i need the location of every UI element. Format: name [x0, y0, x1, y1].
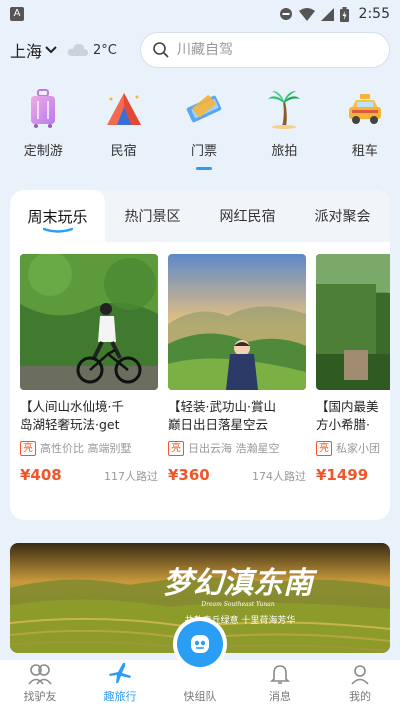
temperature: 2°C: [93, 42, 117, 58]
product-price: ¥360: [168, 466, 210, 484]
product-tags: 亮 高性价比 高端别墅: [20, 440, 158, 456]
highlight-badge: 亮: [316, 440, 332, 456]
product-price: ¥1499: [316, 466, 369, 484]
status-time: 2:55: [358, 6, 390, 22]
tab-party-gatherings[interactable]: 派对聚会: [295, 190, 390, 242]
category-travel-photo[interactable]: 旅拍: [249, 88, 319, 178]
category-row: 定制游 民宿 门票 旅拍 租车: [0, 88, 400, 178]
product-card[interactable]: 【国内最美 方小希腊· 亮 私家小团 ¥1499: [316, 254, 390, 484]
chevron-down-icon: [45, 46, 57, 54]
city-selector[interactable]: 上海: [10, 38, 57, 62]
nav-find-companions[interactable]: 找驴友: [0, 663, 80, 704]
banner-subtitle: Dream Southeast Yunan: [200, 601, 275, 608]
nav-messages[interactable]: 消息: [240, 663, 320, 704]
team-fab-button[interactable]: [177, 621, 223, 667]
bell-icon: [270, 665, 290, 684]
product-image-green-hills: [316, 254, 390, 390]
palm-tree-icon: [268, 91, 301, 129]
tab-popular-attractions[interactable]: 热门景区: [105, 190, 200, 242]
category-label: 定制游: [23, 144, 63, 159]
profile-icon: [351, 665, 369, 685]
bottom-navigation: 找驴友 趣旅行 快组队 消息 我的: [0, 621, 400, 710]
search-bar[interactable]: [140, 32, 390, 68]
cloud-icon: [67, 44, 89, 56]
tab-label: 周末玩乐: [27, 207, 88, 226]
ticket-icon: [186, 95, 222, 123]
category-car-rental[interactable]: 租车: [330, 88, 400, 178]
product-title: 【人间山水仙境·千 岛湖轻奢玩法·get: [20, 399, 124, 432]
status-bar: A 2:55: [0, 0, 400, 28]
signal-icon: [320, 7, 334, 21]
product-title: 【国内最美 方小希腊·: [316, 399, 379, 432]
nav-quick-team[interactable]: 快组队: [160, 621, 240, 704]
product-tags: 亮 私家小团: [316, 440, 390, 456]
product-image-cyclist: [20, 254, 158, 390]
weather-widget: 2°C: [67, 43, 117, 58]
product-price: ¥408: [20, 466, 62, 484]
product-card[interactable]: 【人间山水仙境·千 岛湖轻奢玩法·get 亮 高性价比 高端别墅 ¥408 11…: [20, 254, 158, 484]
product-card-list: 【人间山水仙境·千 岛湖轻奢玩法·get 亮 高性价比 高端别墅 ¥408 11…: [10, 242, 390, 484]
app-notification-icon: A: [10, 7, 24, 21]
category-label: 门票: [191, 144, 218, 159]
team-icon: [191, 635, 209, 653]
nav-fun-travel[interactable]: 趣旅行: [80, 661, 160, 704]
highlight-badge: 亮: [20, 440, 36, 456]
visitor-count: 174人路过: [252, 470, 306, 483]
plane-icon: [109, 662, 131, 683]
category-label: 租车: [351, 144, 378, 159]
tab-label: 热门景区: [124, 209, 181, 225]
companions-icon: [28, 664, 52, 685]
recommendation-panel: 周末玩乐 热门景区 网红民宿 派对聚会 【人间山水仙境·千 岛湖轻奢玩法·get…: [10, 190, 390, 520]
category-homestay[interactable]: 民宿: [88, 88, 158, 178]
product-image-mountain-sunrise: [168, 254, 306, 390]
banner-title: 梦幻滇东南: [163, 566, 318, 601]
tab-active-underline: [42, 227, 73, 233]
category-custom-tour[interactable]: 定制游: [8, 88, 78, 178]
tent-icon: [106, 93, 141, 125]
active-category-indicator: [196, 167, 213, 170]
tab-trendy-homestays[interactable]: 网红民宿: [200, 190, 295, 242]
taxi-icon: [348, 94, 381, 124]
category-tickets[interactable]: 门票: [169, 88, 239, 178]
category-label: 民宿: [110, 144, 137, 159]
visitor-count: 117人路过: [104, 470, 158, 483]
tab-label: 派对聚会: [314, 209, 371, 225]
category-label: 旅拍: [271, 144, 298, 159]
do-not-disturb-icon: [279, 8, 292, 20]
top-header: 上海 2°C: [0, 30, 400, 70]
product-card[interactable]: 【轻装·武功山·賞山 巅日出日落星空云 亮 日出云海 浩瀚星空 ¥360 174…: [168, 254, 306, 484]
product-title: 【轻装·武功山·賞山 巅日出日落星空云: [168, 399, 276, 432]
tab-weekend-fun[interactable]: 周末玩乐: [10, 190, 105, 242]
city-name: 上海: [10, 42, 43, 61]
battery-icon: [339, 6, 349, 22]
search-icon: [153, 42, 169, 58]
wifi-icon: [298, 7, 315, 21]
highlight-badge: 亮: [168, 440, 184, 456]
search-input[interactable]: [177, 42, 367, 58]
panel-tabs: 周末玩乐 热门景区 网红民宿 派对聚会: [10, 190, 390, 242]
nav-profile[interactable]: 我的: [320, 663, 400, 704]
tab-label: 网红民宿: [219, 209, 276, 225]
product-tags: 亮 日出云海 浩瀚星空: [168, 440, 306, 456]
suitcase-icon: [31, 89, 56, 128]
